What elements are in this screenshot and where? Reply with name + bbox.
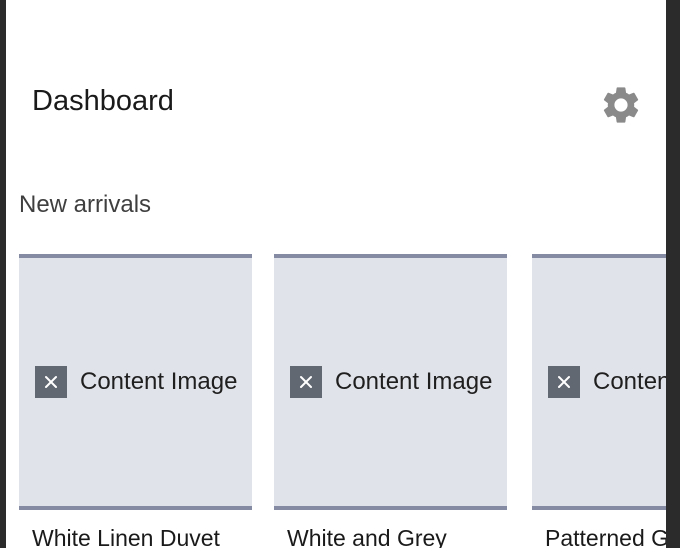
page-title: Dashboard [32,85,174,117]
product-image[interactable]: Content Image [274,254,507,510]
dashboard-screen: Dashboard New arrivals Content Image Whi… [6,0,666,548]
product-image[interactable]: Content Image [19,254,252,510]
window-edge-right [666,0,680,548]
close-icon [290,366,322,398]
image-placeholder: Content Image [548,366,666,398]
image-placeholder-label: Content Image [593,368,666,395]
section-title: New arrivals [19,191,152,218]
product-title[interactable]: Patterned G [545,522,666,548]
settings-button[interactable] [596,80,646,130]
image-placeholder-label: Content Image [80,368,238,395]
app-frame: Dashboard New arrivals Content Image Whi… [0,0,680,548]
close-icon [548,366,580,398]
product-title[interactable]: White Linen Duvet [32,522,220,548]
product-card[interactable]: Content Image White and Grey [274,254,507,548]
product-image[interactable]: Content Image [532,254,666,510]
image-placeholder: Content Image [290,366,492,398]
product-title[interactable]: White and Grey [287,522,447,548]
product-card[interactable]: Content Image Patterned G [532,254,666,548]
image-placeholder: Content Image [35,366,237,398]
close-icon [35,366,67,398]
gear-icon [603,87,639,123]
image-placeholder-label: Content Image [335,368,493,395]
product-card[interactable]: Content Image White Linen Duvet [19,254,252,548]
